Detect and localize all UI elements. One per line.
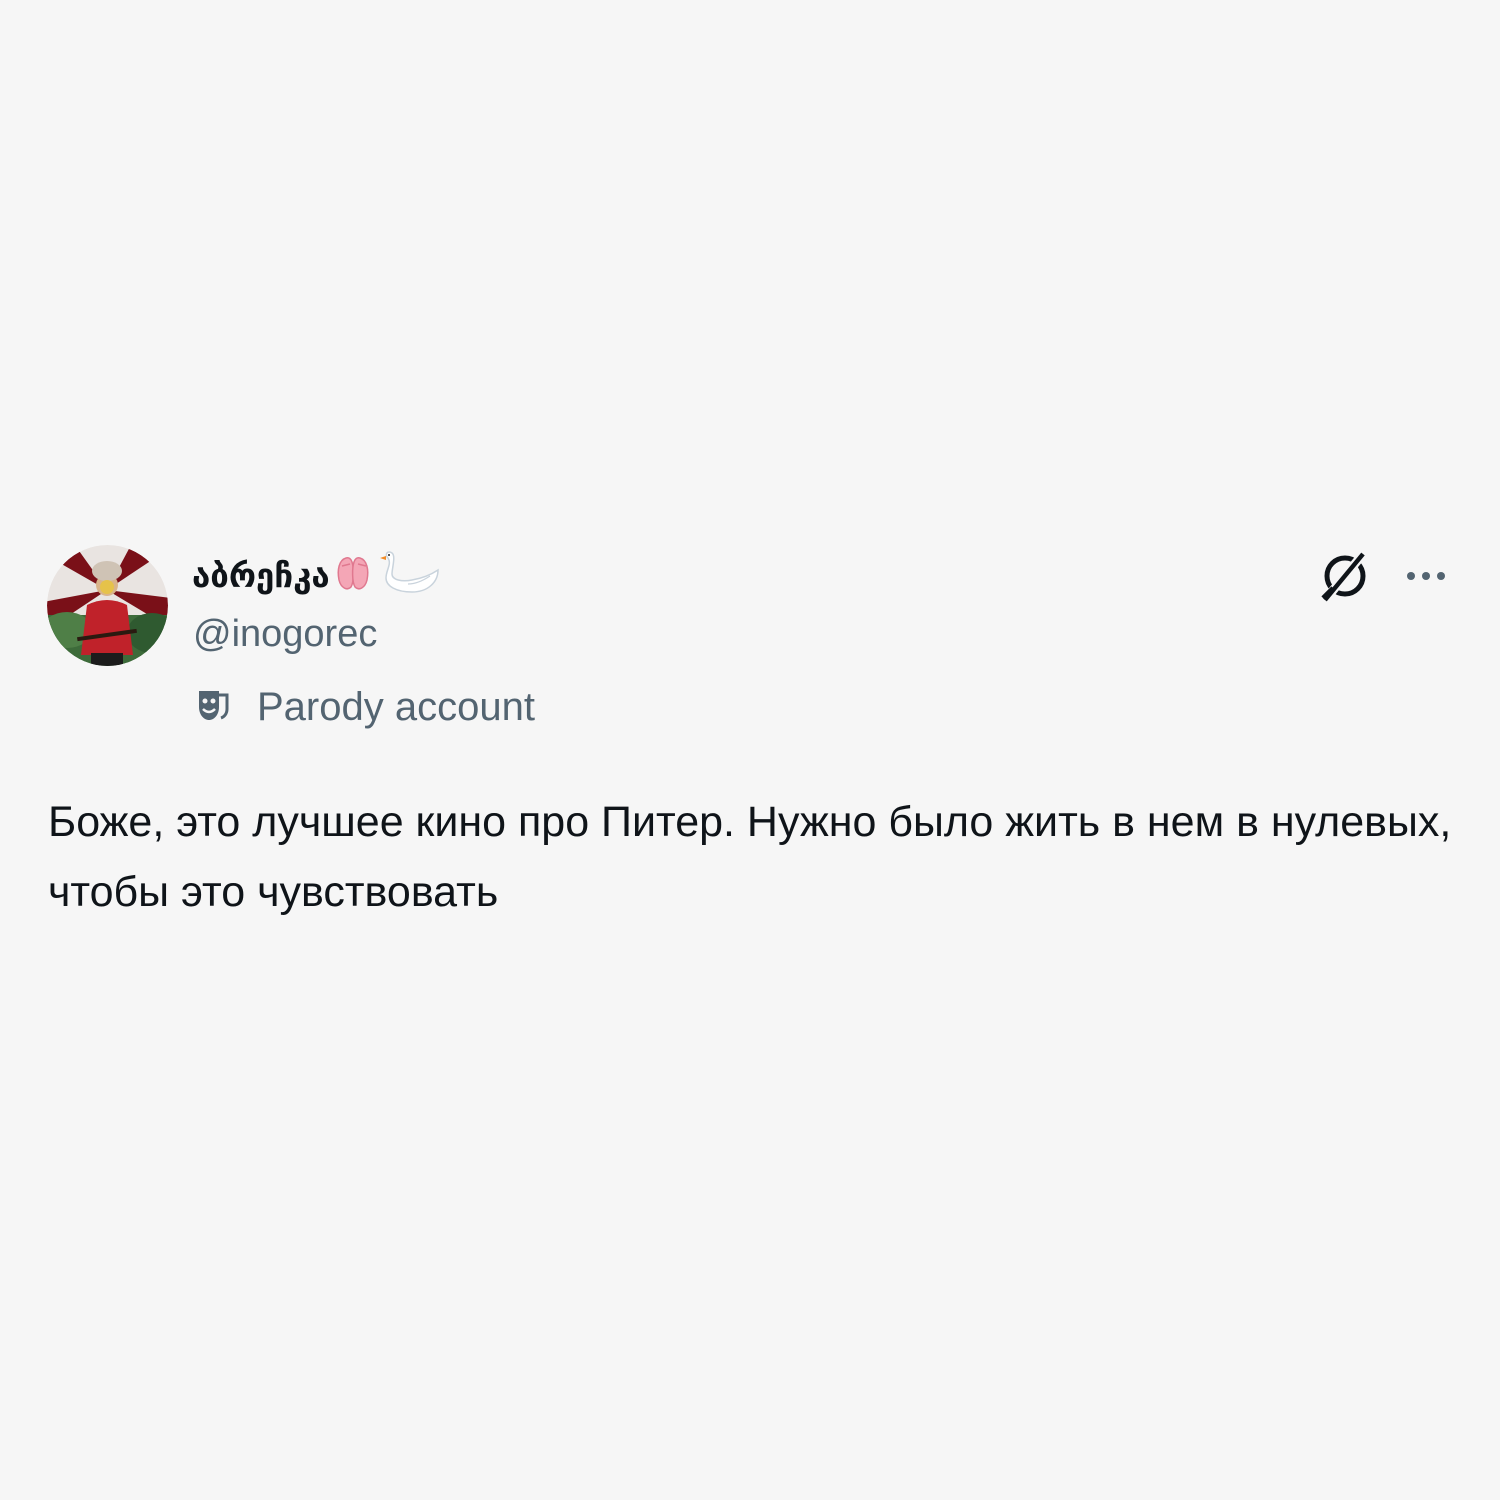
more-dots-icon[interactable] xyxy=(1398,556,1454,596)
ballet-shoes-emoji xyxy=(334,554,374,599)
parody-label-text: Parody account xyxy=(257,685,535,729)
tweet-card: აბრეჩკა @inogorec Parody account Боже, э… xyxy=(0,0,1500,1500)
author-handle[interactable]: @inogorec xyxy=(193,610,377,658)
author-name-row[interactable]: აბრეჩკა xyxy=(192,548,442,604)
user-avatar[interactable] xyxy=(47,545,168,666)
grok-icon[interactable] xyxy=(1314,547,1374,607)
author-display-name[interactable]: აბრეჩკა xyxy=(192,548,330,604)
tweet-text: Боже, это лучшее кино про Питер. Нужно б… xyxy=(48,798,1452,916)
theater-mask-icon xyxy=(193,685,233,730)
swan-emoji xyxy=(378,550,442,603)
parody-account-label: Parody account xyxy=(193,682,535,732)
